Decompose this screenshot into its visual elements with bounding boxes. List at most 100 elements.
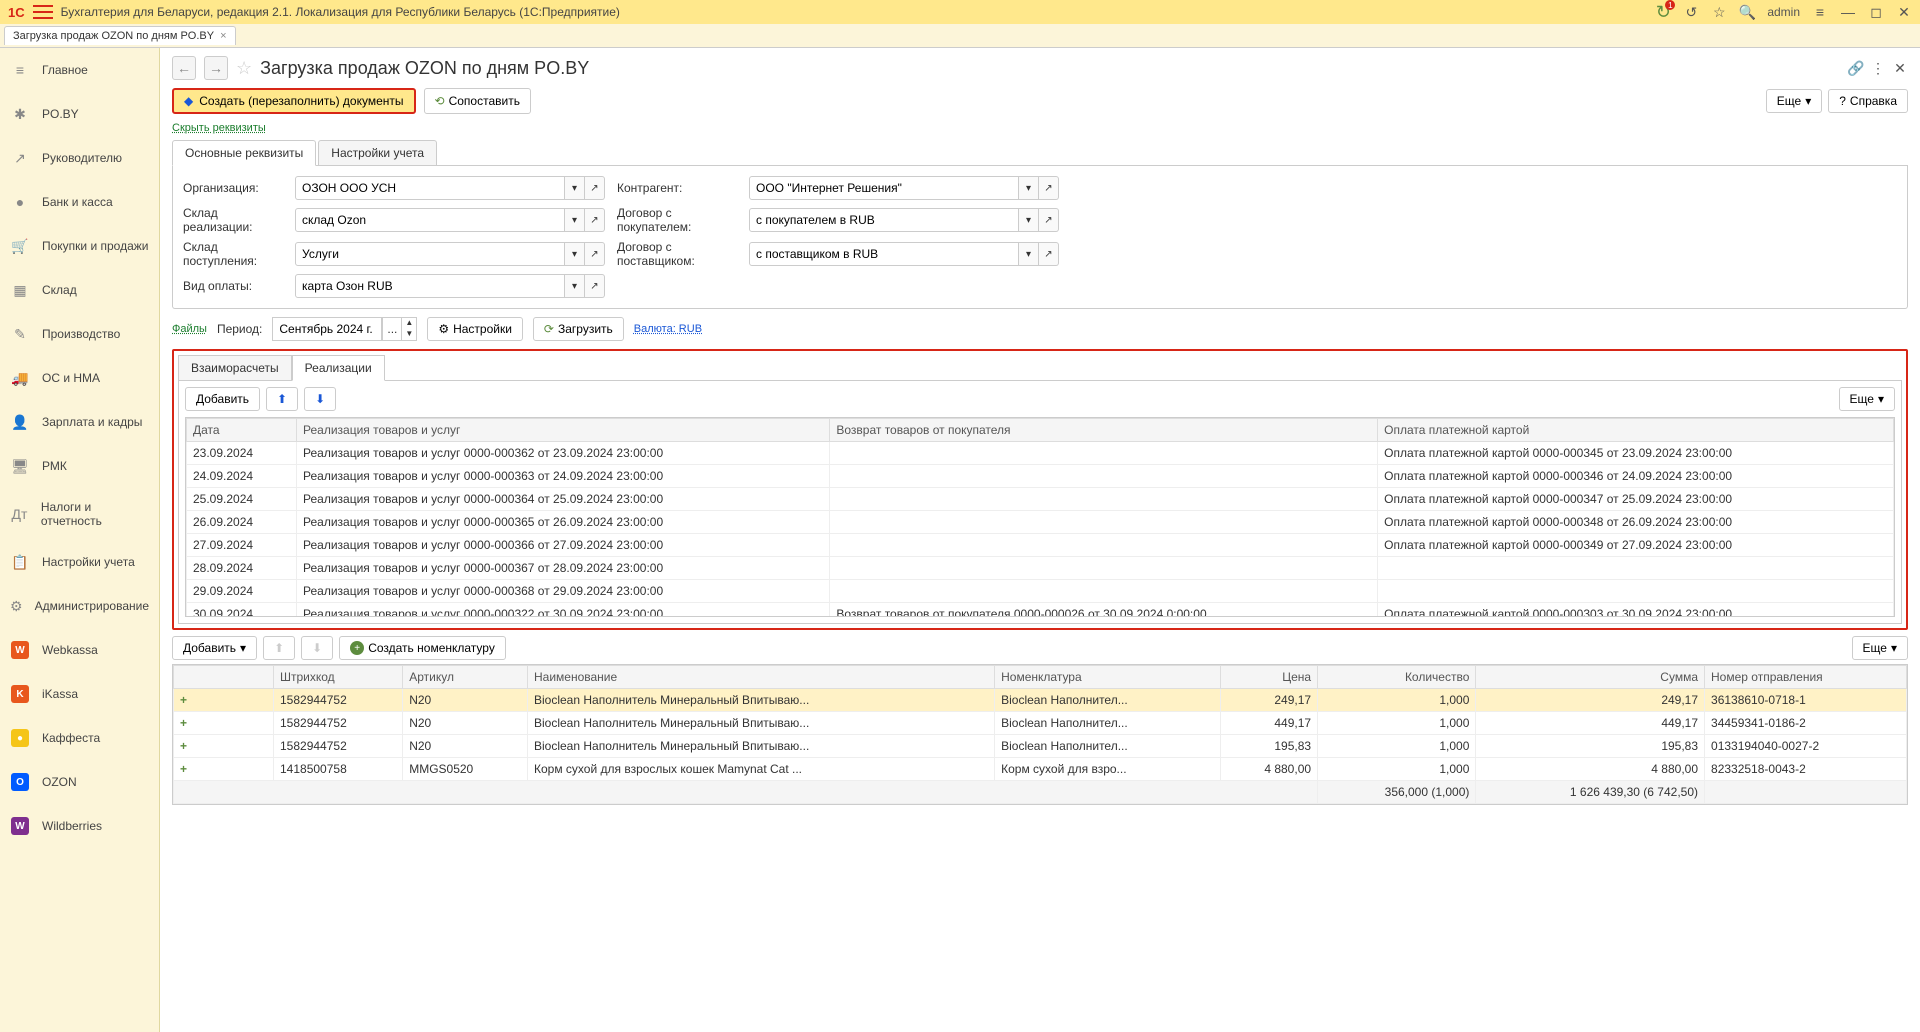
sidebar-item-9[interactable]: 🖥РМК — [0, 444, 159, 488]
sidebar-icon: W — [10, 640, 30, 660]
sidebar-item-13[interactable]: WWebkassa — [0, 628, 159, 672]
tab-main-requisites[interactable]: Основные реквизиты — [172, 140, 316, 166]
close-window-icon[interactable]: ✕ — [1896, 4, 1912, 20]
tab-realizations[interactable]: Реализации — [292, 355, 385, 381]
history-icon[interactable]: ↺ — [1683, 4, 1699, 20]
item-down-button[interactable]: ⬇ — [301, 636, 333, 660]
maximize-icon[interactable]: ◻ — [1868, 4, 1884, 20]
files-link[interactable]: Файлы — [172, 323, 207, 335]
label-supplier-contract: Договор с поставщиком: — [617, 240, 737, 268]
table-row[interactable]: 28.09.2024Реализация товаров и услуг 000… — [187, 557, 1894, 580]
table-row[interactable]: 30.09.2024Реализация товаров и услуг 000… — [187, 603, 1894, 618]
add-item-button[interactable]: Добавить ▾ — [172, 636, 257, 660]
favorite-icon[interactable]: ☆ — [236, 58, 252, 79]
item-row[interactable]: +1582944752N20Bioclean Наполнитель Минер… — [174, 689, 1907, 712]
sidebar-item-0[interactable]: ≡Главное — [0, 48, 159, 92]
item-row[interactable]: +1418500758MMGS0520Корм сухой для взросл… — [174, 758, 1907, 781]
sidebar-item-6[interactable]: ✎Производство — [0, 312, 159, 356]
sidebar-icon: O — [10, 772, 30, 792]
form-tabs: Основные реквизиты Настройки учета — [172, 140, 1908, 166]
currency-link[interactable]: Валюта: RUB — [634, 323, 702, 335]
input-payment-type[interactable]: ▾↗ — [295, 274, 605, 298]
tab-accounting-settings[interactable]: Настройки учета — [318, 140, 437, 165]
sidebar-icon: ✱ — [10, 104, 30, 124]
sidebar-item-16[interactable]: OOZON — [0, 760, 159, 804]
tab-close-icon[interactable]: × — [220, 30, 226, 42]
nav-forward-button[interactable]: → — [204, 56, 228, 80]
sidebar-item-8[interactable]: 👤Зарплата и кадры — [0, 400, 159, 444]
sidebar-icon: 🖥 — [10, 456, 30, 476]
sidebar-item-7[interactable]: 🚚ОС и НМА — [0, 356, 159, 400]
sidebar-icon: 👤 — [10, 412, 30, 432]
star-icon[interactable]: ☆ — [1711, 4, 1727, 20]
settings-button[interactable]: ⚙ Настройки — [427, 317, 523, 341]
input-buyer-contract[interactable]: ▾↗ — [749, 208, 1059, 232]
item-row[interactable]: +1582944752N20Bioclean Наполнитель Минер… — [174, 712, 1907, 735]
more-table-button[interactable]: Еще ▾ — [1839, 387, 1895, 411]
input-sale-warehouse[interactable]: ▾↗ — [295, 208, 605, 232]
move-up-button[interactable]: ⬆ — [266, 387, 298, 411]
menu-icon[interactable] — [33, 5, 53, 19]
link-icon[interactable]: 🔗 — [1848, 60, 1864, 76]
logo-1c: 1C — [8, 5, 25, 20]
sidebar-item-2[interactable]: ↗Руководителю — [0, 136, 159, 180]
input-supplier-contract[interactable]: ▾↗ — [749, 242, 1059, 266]
input-receipt-warehouse[interactable]: ▾↗ — [295, 242, 605, 266]
realizations-table[interactable]: Дата Реализация товаров и услуг Возврат … — [186, 418, 1894, 617]
sidebar-icon: 📋 — [10, 552, 30, 572]
tab-settlements[interactable]: Взаиморасчеты — [178, 355, 292, 380]
add-row-button[interactable]: Добавить — [185, 387, 260, 411]
sidebar-item-4[interactable]: 🛒 Покупки и продажи — [0, 224, 159, 268]
more-items-button[interactable]: Еще ▾ — [1852, 636, 1908, 660]
sidebar-item-12[interactable]: ⚙Администрирование — [0, 584, 159, 628]
sidebar-item-11[interactable]: 📋 Настройки учета — [0, 540, 159, 584]
notification-icon[interactable]: ↻1 — [1655, 4, 1671, 20]
minimize-icon[interactable]: — — [1840, 4, 1856, 20]
sidebar-item-17[interactable]: WWildberries — [0, 804, 159, 848]
form-body: Организация: ▾↗ Контрагент: ▾↗ Склад реа… — [172, 166, 1908, 309]
create-documents-button[interactable]: ◆ Создать (перезаполнить) документы — [172, 88, 416, 114]
nav-back-button[interactable]: ← — [172, 56, 196, 80]
compare-button[interactable]: ⟲ Сопоставить — [424, 88, 531, 114]
more-icon[interactable]: ⋮ — [1870, 60, 1886, 76]
page-title: Загрузка продаж OZON по дням PO.BY — [260, 58, 589, 79]
label-receipt-warehouse: Склад поступления: — [183, 240, 283, 268]
settings-icon[interactable]: ≡ — [1812, 4, 1828, 20]
input-counterparty[interactable]: ▾↗ — [749, 176, 1059, 200]
input-organization[interactable]: ▾↗ — [295, 176, 605, 200]
create-nomenclature-button[interactable]: + Создать номенклатуру — [339, 636, 506, 660]
help-button[interactable]: ? Справка — [1828, 89, 1908, 113]
sidebar-label: Wildberries — [42, 819, 102, 833]
sidebar-icon: 🛒 — [10, 236, 30, 256]
sidebar-label: Налоги и отчетность — [41, 500, 149, 528]
more-button[interactable]: Еще ▾ — [1766, 89, 1822, 113]
sidebar-label: Покупки и продажи — [42, 239, 149, 253]
tabs-bar: Загрузка продаж OZON по дням PO.BY × — [0, 24, 1920, 48]
hide-requisites-link[interactable]: Скрыть реквизиты — [172, 122, 266, 134]
sidebar-label: Администрирование — [35, 599, 149, 613]
search-icon[interactable]: 🔍 — [1739, 4, 1755, 20]
sidebar-item-1[interactable]: ✱PO.BY — [0, 92, 159, 136]
load-button[interactable]: ⟳ Загрузить — [533, 317, 624, 341]
close-icon[interactable]: ✕ — [1892, 60, 1908, 76]
table-row[interactable]: 25.09.2024Реализация товаров и услуг 000… — [187, 488, 1894, 511]
sidebar-item-3[interactable]: ●Банк и касса — [0, 180, 159, 224]
sidebar-item-14[interactable]: KiKassa — [0, 672, 159, 716]
user-label[interactable]: admin — [1767, 5, 1800, 19]
sidebar-item-15[interactable]: ●Каффеста — [0, 716, 159, 760]
table-row[interactable]: 23.09.2024Реализация товаров и услуг 000… — [187, 442, 1894, 465]
table-row[interactable]: 27.09.2024Реализация товаров и услуг 000… — [187, 534, 1894, 557]
table-row[interactable]: 29.09.2024Реализация товаров и услуг 000… — [187, 580, 1894, 603]
item-row[interactable]: +1582944752N20Bioclean Наполнитель Минер… — [174, 735, 1907, 758]
document-tab[interactable]: Загрузка продаж OZON по дням PO.BY × — [4, 26, 236, 45]
item-up-button[interactable]: ⬆ — [263, 636, 295, 660]
table-row[interactable]: 24.09.2024Реализация товаров и услуг 000… — [187, 465, 1894, 488]
move-down-button[interactable]: ⬇ — [304, 387, 336, 411]
sidebar-label: Настройки учета — [42, 555, 135, 569]
items-table[interactable]: Штрихкод Артикул Наименование Номенклату… — [173, 665, 1907, 804]
table-row[interactable]: 26.09.2024Реализация товаров и услуг 000… — [187, 511, 1894, 534]
period-input[interactable]: ... ▲▼ — [272, 317, 417, 341]
sidebar-label: Руководителю — [42, 151, 122, 165]
sidebar-item-10[interactable]: ДтНалоги и отчетность — [0, 488, 159, 540]
sidebar-item-5[interactable]: ▦Склад — [0, 268, 159, 312]
